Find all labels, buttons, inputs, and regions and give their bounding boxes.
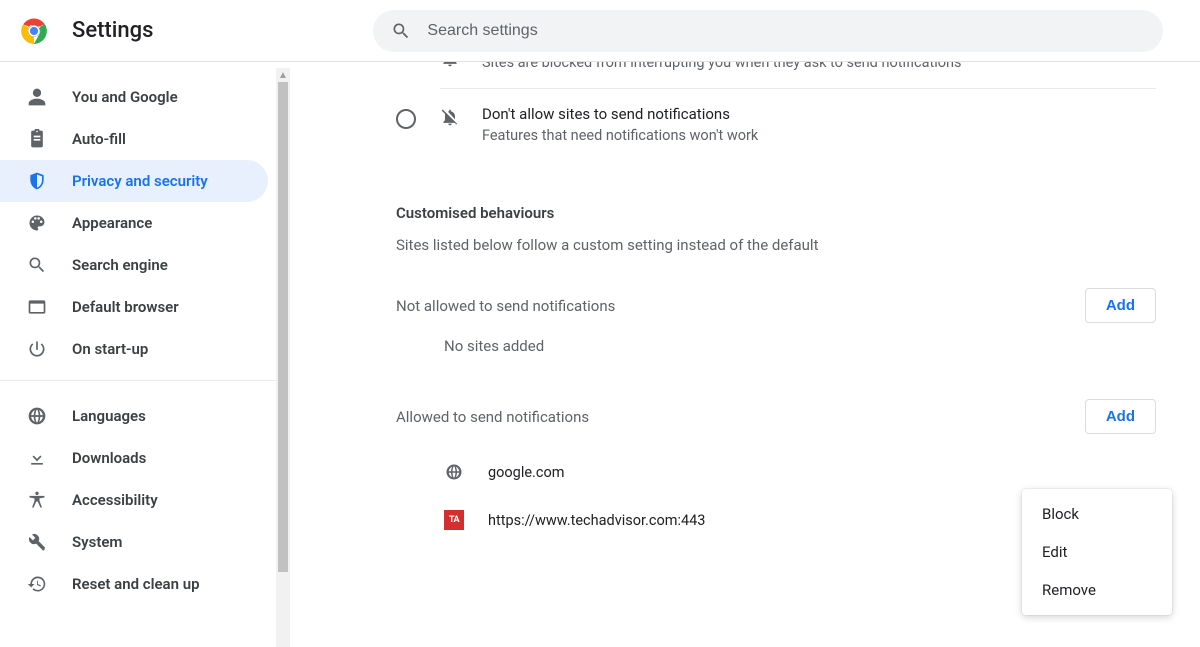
sidebar-item-search-engine[interactable]: Search engine	[0, 244, 268, 286]
option-divider	[440, 88, 1156, 89]
customised-behaviours-sub: Sites listed below follow a custom setti…	[396, 236, 1156, 254]
sidebar-item-label: Auto-fill	[72, 130, 126, 148]
sidebar-item-label: Reset and clean up	[72, 575, 200, 593]
sidebar-item-appearance[interactable]: Appearance	[0, 202, 268, 244]
allowed-header: Allowed to send notifications Add	[396, 399, 1156, 434]
add-allowed-button[interactable]: Add	[1085, 399, 1156, 434]
site-name: https://www.techadvisor.com:443	[488, 512, 705, 529]
sidebar-item-label: On start-up	[72, 340, 148, 358]
main-content: Sites are blocked from interrupting you …	[276, 62, 1200, 647]
wrench-icon	[26, 531, 48, 553]
sidebar-item-label: You and Google	[72, 88, 178, 106]
globe-icon	[444, 462, 464, 482]
sidebar-item-accessibility[interactable]: Accessibility	[0, 479, 268, 521]
palette-icon	[26, 212, 48, 234]
sidebar-item-label: Privacy and security	[72, 172, 208, 190]
customised-behaviours-heading: Customised behaviours	[396, 204, 1156, 222]
sidebar-item-label: System	[72, 533, 122, 551]
power-icon	[26, 338, 48, 360]
bell-off-icon	[440, 107, 462, 131]
download-icon	[26, 447, 48, 469]
menu-item-edit[interactable]: Edit	[1022, 533, 1172, 571]
site-name: google.com	[488, 464, 564, 481]
radio-icon[interactable]	[396, 109, 416, 129]
option-desc: Features that need notifications won't w…	[482, 127, 1156, 144]
search-box[interactable]	[373, 10, 1163, 52]
sidebar-item-label: Languages	[72, 407, 146, 425]
sidebar-item-label: Appearance	[72, 214, 152, 232]
favicon-icon: TA	[444, 510, 464, 530]
clipboard-icon	[26, 128, 48, 150]
site-action-menu: Block Edit Remove	[1022, 489, 1172, 615]
search-icon	[26, 254, 48, 276]
sidebar-item-privacy-security[interactable]: Privacy and security	[0, 160, 268, 202]
window-icon	[26, 296, 48, 318]
sidebar-item-on-startup[interactable]: On start-up	[0, 328, 268, 370]
sidebar: You and Google Auto-fill Privacy and sec…	[0, 62, 276, 647]
sidebar-item-languages[interactable]: Languages	[0, 395, 268, 437]
search-input[interactable]	[427, 22, 1145, 40]
add-not-allowed-button[interactable]: Add	[1085, 288, 1156, 323]
sidebar-item-system[interactable]: System	[0, 521, 268, 563]
globe-icon	[26, 405, 48, 427]
sidebar-item-label: Default browser	[72, 298, 179, 316]
sidebar-item-label: Search engine	[72, 256, 168, 274]
shield-icon	[26, 170, 48, 192]
header: Settings	[0, 0, 1200, 62]
menu-item-block[interactable]: Block	[1022, 495, 1172, 533]
bell-icon	[440, 62, 462, 72]
sidebar-item-default-browser[interactable]: Default browser	[0, 286, 268, 328]
accessibility-icon	[26, 489, 48, 511]
search-icon	[391, 21, 411, 41]
not-allowed-empty: No sites added	[396, 337, 1156, 355]
page-title: Settings	[72, 18, 153, 43]
menu-item-remove[interactable]: Remove	[1022, 571, 1172, 609]
sidebar-item-label: Accessibility	[72, 491, 158, 509]
sidebar-item-reset-cleanup[interactable]: Reset and clean up	[0, 563, 268, 605]
option-desc: Sites are blocked from interrupting you …	[482, 62, 1156, 71]
sidebar-item-you-and-google[interactable]: You and Google	[0, 76, 268, 118]
notification-block-option[interactable]: Don't allow sites to send notifications …	[396, 91, 1156, 158]
sidebar-item-downloads[interactable]: Downloads	[0, 437, 268, 479]
sidebar-divider	[0, 380, 276, 381]
notification-default-option[interactable]: Sites are blocked from interrupting you …	[396, 62, 1156, 86]
not-allowed-label: Not allowed to send notifications	[396, 297, 615, 315]
sidebar-item-label: Downloads	[72, 449, 146, 467]
person-icon	[26, 86, 48, 108]
option-title: Don't allow sites to send notifications	[482, 105, 1156, 123]
not-allowed-header: Not allowed to send notifications Add	[396, 288, 1156, 323]
allowed-label: Allowed to send notifications	[396, 408, 589, 426]
restore-icon	[26, 573, 48, 595]
sidebar-item-auto-fill[interactable]: Auto-fill	[0, 118, 268, 160]
chrome-logo-icon	[20, 17, 48, 45]
